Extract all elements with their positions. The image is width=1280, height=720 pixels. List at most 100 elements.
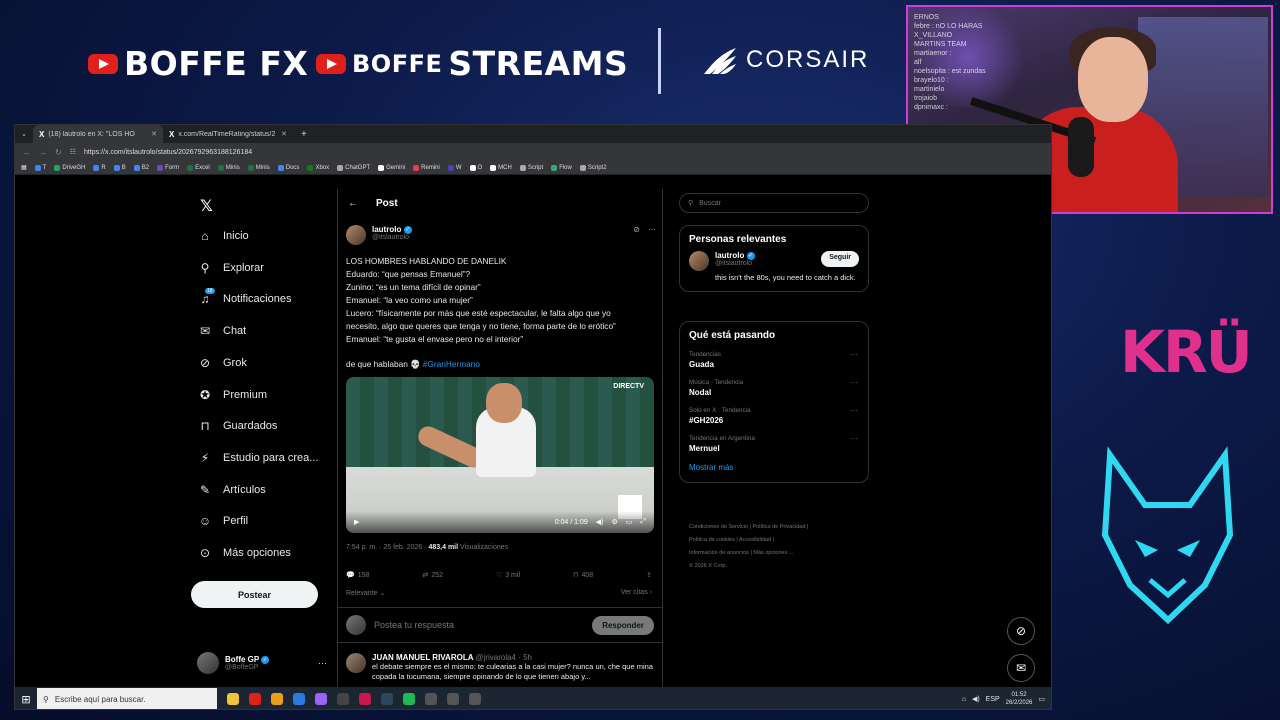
bookmark-item[interactable]: Remini (413, 164, 440, 171)
bookmark-item[interactable]: Excel (187, 164, 210, 171)
search-input[interactable]: ⚲ Buscar (679, 193, 869, 213)
steam-icon[interactable] (381, 693, 393, 705)
taskbar-search[interactable]: ⚲ Escribe aquí para buscar. (37, 688, 217, 709)
x-logo-icon[interactable]: 𝕏 (200, 196, 213, 216)
post-time[interactable]: 7:54 p. m. · 25 feb. 2026 · (346, 544, 429, 551)
reply-item[interactable]: JUAN MANUEL RIVAROLA @jrivarola4 · 5h el… (346, 653, 656, 682)
browser-tab[interactable]: X x.com/RealTimeRating/status/2 ✕ (163, 125, 293, 143)
close-icon[interactable]: ✕ (151, 130, 157, 138)
more-icon[interactable]: ··· (850, 378, 858, 387)
nav-item-guardados[interactable]: ⊓ Guardados (197, 419, 277, 433)
spotify-icon[interactable] (403, 693, 415, 705)
grok-icon[interactable]: ⊘ (633, 225, 640, 245)
reply-action[interactable]: 💬 158 (346, 571, 369, 580)
nav-item-premium[interactable]: ✪ Premium (197, 388, 267, 402)
network-icon[interactable]: ⌂ (962, 696, 966, 703)
pip-icon[interactable]: ▭ (626, 518, 633, 526)
bookmark-item[interactable]: ChatGPT (337, 164, 370, 171)
bookmark-item[interactable]: B2 (133, 164, 149, 171)
chrome-icon[interactable] (271, 693, 283, 705)
reply-button[interactable]: Responder (592, 615, 654, 635)
file-explorer-icon[interactable] (227, 693, 239, 705)
close-icon[interactable]: ✕ (281, 130, 287, 138)
app-icon[interactable] (425, 693, 437, 705)
sort-dropdown[interactable]: Relevante ⌄ (346, 589, 385, 597)
photoshop-icon[interactable] (293, 693, 305, 705)
bookmark-item[interactable]: Script2 (579, 164, 607, 171)
browser-tab[interactable]: X (18) lautrolo en X: "LOS HO ✕ (33, 125, 163, 143)
trend-item[interactable]: Solo en X · Tendencia #GH2026 ··· (680, 403, 868, 431)
premiere-icon[interactable] (315, 693, 327, 705)
footer-link-row[interactable]: Política de cookies | Accesibilidad | (689, 534, 869, 547)
site-info-icon[interactable]: ☷ (70, 148, 76, 156)
reply-author[interactable]: JUAN MANUEL RIVAROLA (372, 653, 473, 662)
more-icon[interactable]: ··· (318, 658, 327, 668)
nav-item-explorar[interactable]: ⚲ Explorar (197, 261, 264, 275)
tab-search-icon[interactable]: ⌄ (15, 130, 33, 138)
nav-item-notificaciones[interactable]: ♫ 18 Notificaciones (197, 288, 291, 306)
bookmark-item[interactable]: MCH (490, 164, 512, 171)
bookmark-item[interactable]: Script (519, 164, 543, 171)
volume-icon[interactable]: ◀) (596, 518, 604, 526)
show-more-link[interactable]: Mostrar más (680, 459, 868, 482)
footer-link-row[interactable]: © 2026 X Corp. (689, 560, 869, 573)
forward-icon[interactable]: → (39, 148, 47, 157)
back-icon[interactable]: ← (23, 148, 31, 157)
follow-button[interactable]: Seguir (821, 251, 859, 267)
nav-item-estudio-para-crea-[interactable]: ⚡ Estudio para crea... (197, 451, 319, 465)
bookmark-item[interactable]: Form (157, 164, 179, 171)
app-icon[interactable] (469, 693, 481, 705)
play-icon[interactable]: ▶ (354, 518, 359, 526)
bookmark-item[interactable]: W (447, 164, 462, 171)
messages-float-button[interactable]: ✉ (1007, 654, 1035, 682)
account-switcher[interactable]: Boffe GP ✓ @BoffeGP ··· (197, 652, 327, 674)
app-icon[interactable] (249, 693, 261, 705)
url-field[interactable]: https://x.com/itslautrolo/status/2026792… (84, 149, 252, 156)
new-tab-icon[interactable]: + (293, 129, 315, 140)
bookmark-item[interactable]: R (93, 164, 106, 171)
nav-item-grok[interactable]: ⊘ Grok (197, 356, 247, 370)
avatar[interactable] (346, 653, 366, 673)
notifications-icon[interactable]: ▭ (1038, 695, 1045, 703)
bookmark-item[interactable]: T (34, 164, 46, 171)
nav-item-inicio[interactable]: ⌂ Inicio (197, 229, 248, 243)
bookmark-item[interactable]: Flow (551, 164, 572, 171)
volume-icon[interactable]: ◀) (972, 695, 980, 703)
language-indicator[interactable]: ESP (986, 696, 1000, 703)
trend-item[interactable]: Tendencias Guada ··· (680, 347, 868, 375)
trend-item[interactable]: Música · Tendencia Nodal ··· (680, 375, 868, 403)
settings-icon[interactable]: ⚙ (611, 518, 617, 526)
bookmark-item[interactable]: O (469, 164, 482, 171)
trend-item[interactable]: Tendencia en Argentina Mernuel ··· (680, 431, 868, 459)
nav-item-perfil[interactable]: ☺ Perfil (197, 514, 248, 528)
bookmark-item[interactable]: DriveGH (54, 164, 85, 171)
bookmark-action[interactable]: ⊓ 408 (573, 571, 593, 580)
author-name-row[interactable]: lautrolo ✓ (372, 225, 412, 234)
fullscreen-icon[interactable]: ⤢ (640, 518, 646, 526)
bookmark-item[interactable]: Minis (247, 164, 270, 171)
hashtag-link[interactable]: #GranHermano (423, 359, 480, 369)
quotes-link[interactable]: Ver citas › (621, 589, 652, 597)
clock[interactable]: 01:52 26/2/2026 (1006, 691, 1033, 707)
share-icon[interactable]: ⇪ (646, 571, 652, 579)
like-action[interactable]: ♡ 3 mil (496, 571, 520, 580)
bookmark-item[interactable]: Gemini (378, 164, 405, 171)
nav-item-artículos[interactable]: ✎ Artículos (197, 483, 266, 497)
bookmark-item[interactable]: Minis (217, 164, 240, 171)
more-icon[interactable]: ··· (850, 406, 858, 415)
more-icon[interactable]: ··· (648, 225, 656, 245)
video-player[interactable]: DIRECTV ▶ 0:04 / 1:09 ◀) ⚙ ▭ ⤢ (346, 377, 654, 533)
nav-item-más-opciones[interactable]: ⊙ Más opciones (197, 546, 291, 560)
more-icon[interactable]: ··· (850, 350, 858, 359)
bookmark-item[interactable]: Docs (277, 164, 299, 171)
avatar[interactable] (689, 251, 709, 271)
apps-icon[interactable]: ▦ (21, 164, 27, 171)
grok-float-button[interactable]: ⊘ (1007, 617, 1035, 645)
footer-link-row[interactable]: Condiciones de Servicio | Política de Pr… (689, 521, 869, 534)
app-icon[interactable] (447, 693, 459, 705)
windows-start-icon[interactable]: ⊞ (15, 693, 37, 706)
nav-item-chat[interactable]: ✉ Chat (197, 324, 246, 338)
relevant-person[interactable]: lautrolo ✓ @itslautrolo Seguir (680, 251, 868, 271)
post-button[interactable]: Postear (191, 581, 318, 608)
reload-icon[interactable]: ↻ (55, 148, 62, 157)
